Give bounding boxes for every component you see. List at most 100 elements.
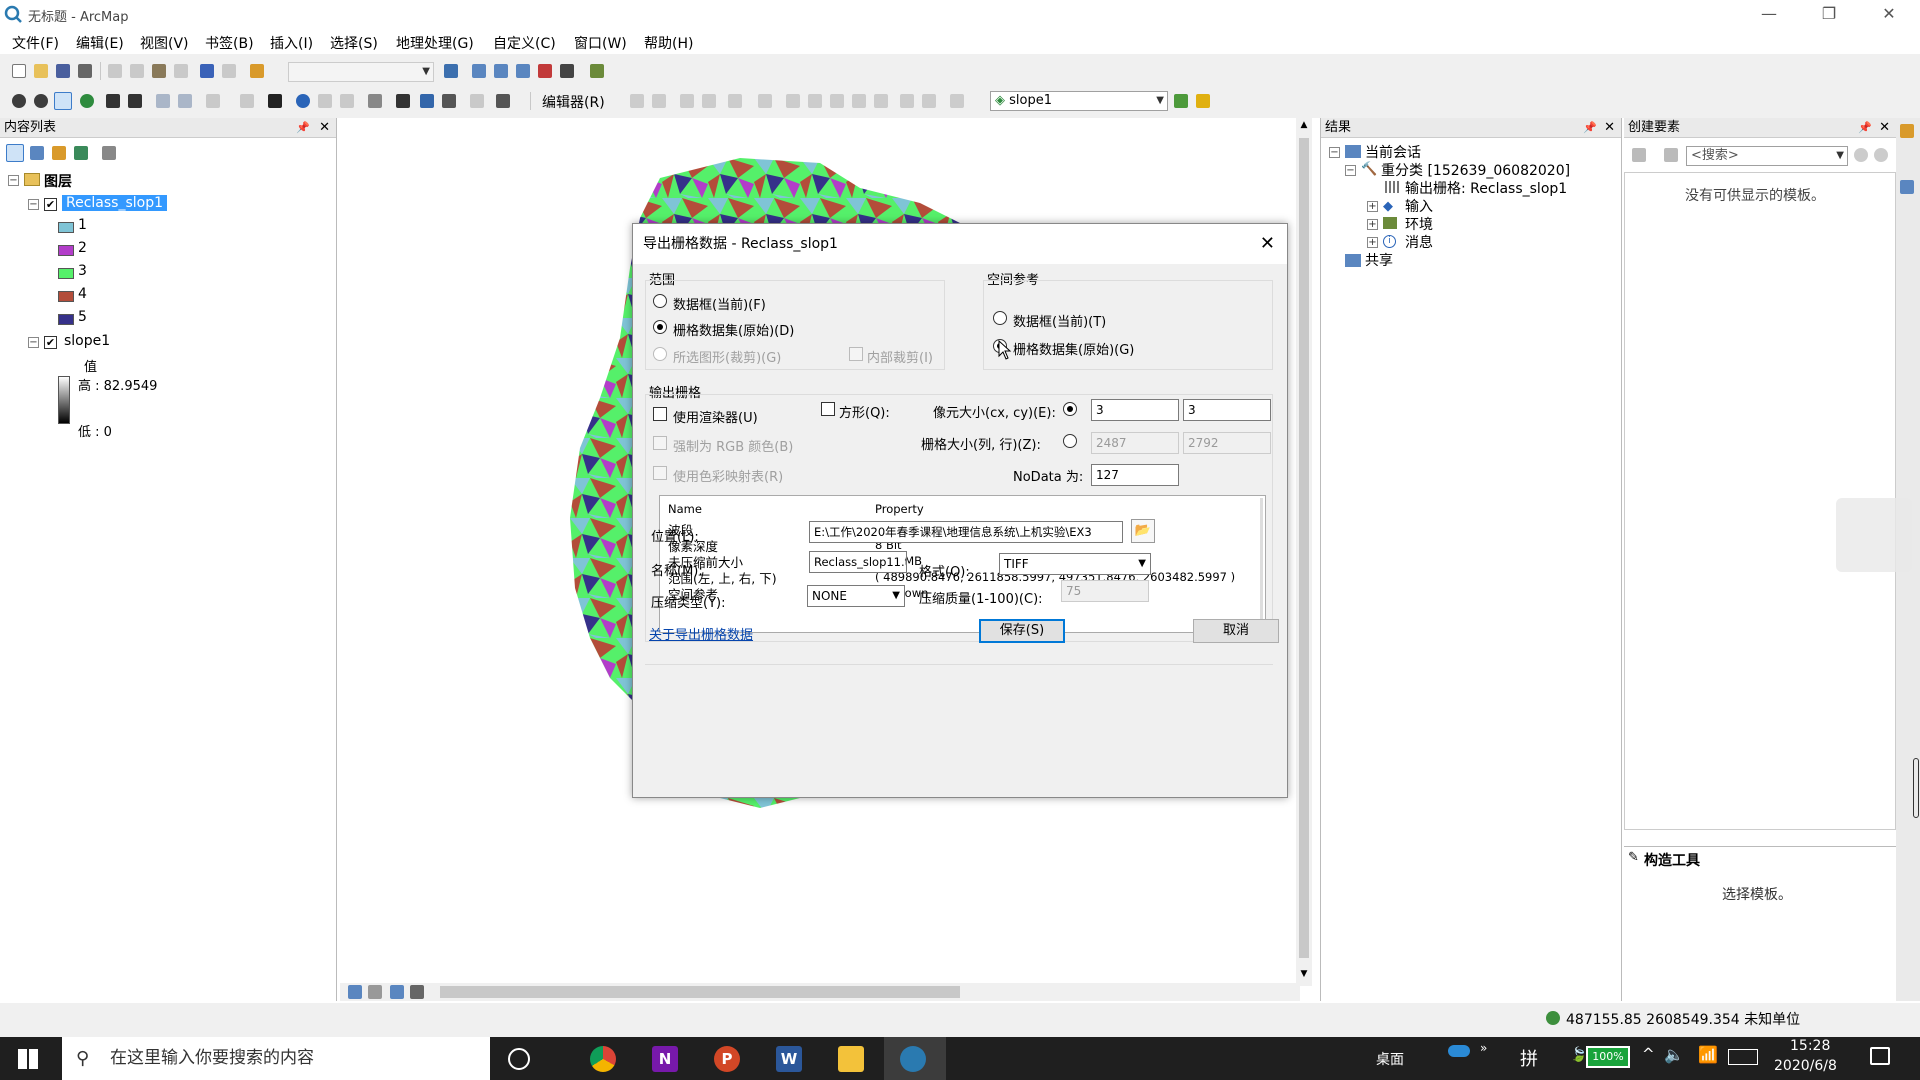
extent-raster-radio[interactable] (653, 320, 667, 334)
format-dropdown[interactable]: TIFF ▼ (999, 553, 1151, 575)
open-icon[interactable] (34, 64, 48, 78)
attributes-icon[interactable] (900, 94, 914, 108)
modelbuilder-icon[interactable] (590, 64, 604, 78)
template-clear-icon[interactable] (1874, 148, 1888, 162)
pan-icon[interactable] (54, 92, 72, 110)
delete-icon[interactable] (174, 64, 188, 78)
rotate-icon[interactable] (874, 94, 888, 108)
redo-icon[interactable] (222, 64, 236, 78)
results-pin-icon[interactable]: 📌 (1583, 118, 1597, 138)
force-rgb-label[interactable]: 强制为 RGB 颜色(B) (673, 436, 793, 455)
menu-geoprocessing[interactable]: 地理处理(G) (396, 33, 474, 53)
arctoolbox-icon[interactable] (538, 64, 552, 78)
slope-collapse-icon[interactable]: − (28, 337, 39, 348)
onedrive-icon[interactable] (1448, 1045, 1470, 1057)
input-expand-icon[interactable]: + (1367, 201, 1378, 212)
time-slider-icon[interactable] (470, 94, 484, 108)
template-search-icon[interactable] (1854, 148, 1868, 162)
cancel-button[interactable]: 取消 (1193, 619, 1279, 643)
menu-customize[interactable]: 自定义(C) (493, 33, 556, 53)
volume-icon[interactable]: 🔈 (1664, 1045, 1684, 1064)
tool-collapse-icon[interactable]: − (1345, 165, 1356, 176)
power-icon[interactable]: 🍃 (1570, 1047, 1587, 1063)
copy-icon[interactable] (130, 64, 144, 78)
toc-window-icon[interactable] (472, 64, 486, 78)
close-window-button[interactable]: ✕ (1866, 0, 1912, 28)
about-export-link[interactable]: 关于导出栅格数据 (649, 624, 753, 643)
create-pin-icon[interactable]: 📌 (1858, 118, 1872, 138)
side-scroll-handle[interactable] (1913, 758, 1919, 818)
list-by-source-icon[interactable] (30, 146, 44, 160)
endpoint-arc-icon[interactable] (702, 94, 716, 108)
quality-input[interactable]: 75 (1061, 580, 1149, 602)
print-icon[interactable] (78, 64, 92, 78)
menu-windows[interactable]: 窗口(W) (574, 33, 627, 53)
dialog-close-icon[interactable]: ✕ (1260, 224, 1275, 264)
scroll-down-icon[interactable]: ▼ (1298, 969, 1310, 981)
find-route-icon[interactable] (420, 94, 434, 108)
restore-button[interactable]: ❐ (1806, 0, 1852, 28)
forward-extent-icon[interactable] (178, 94, 192, 108)
overflow-chevron-icon[interactable]: » (1480, 1041, 1487, 1055)
reclass-visibility-checkbox[interactable]: ✔ (44, 198, 57, 211)
sr-raster-label[interactable]: 栅格数据集(原始)(G) (1013, 339, 1134, 358)
pin-icon[interactable]: 📌 (296, 118, 310, 138)
edit-annotation-icon[interactable] (652, 94, 666, 108)
colormap-checkbox[interactable] (653, 466, 667, 480)
edit-tool-icon[interactable] (630, 94, 644, 108)
select-features-icon[interactable] (206, 94, 220, 108)
refresh-icon[interactable] (390, 985, 404, 999)
session-collapse-icon[interactable]: − (1329, 147, 1340, 158)
pause-drawing-icon[interactable] (410, 985, 424, 999)
output-raster-label[interactable]: 输出栅格: Reclass_slop1 (1405, 178, 1567, 198)
sr-dataframe-radio[interactable] (993, 311, 1007, 325)
file-explorer-icon[interactable] (838, 1046, 864, 1072)
taskbar-search-box[interactable]: ⚲ 在这里输入你要搜索的内容 (62, 1037, 490, 1080)
sketch-properties-icon[interactable] (922, 94, 936, 108)
browse-folder-icon[interactable]: 📂 (1131, 519, 1155, 543)
layout-view-icon[interactable] (368, 985, 382, 999)
clock-time[interactable]: 15:28 (1790, 1038, 1830, 1054)
toc-options-icon[interactable] (102, 146, 116, 160)
fixed-zoom-in-icon[interactable] (106, 94, 120, 108)
tool-run-label[interactable]: 重分类 [152639_06082020] (1381, 160, 1570, 180)
paste-icon[interactable] (152, 64, 166, 78)
raster-rows-input[interactable]: 2792 (1183, 432, 1271, 454)
data-view-icon[interactable] (348, 985, 362, 999)
notifications-icon[interactable] (1870, 1047, 1890, 1065)
reclass-layer-name[interactable]: Reclass_slop1 (62, 195, 168, 211)
hyperlink-icon[interactable] (318, 94, 332, 108)
word-icon[interactable]: W (776, 1046, 802, 1072)
menu-insert[interactable]: 插入(I) (270, 33, 313, 53)
split-icon[interactable] (852, 94, 866, 108)
extent-raster-label[interactable]: 栅格数据集(原始)(D) (673, 320, 794, 339)
cell-size-cy-input[interactable]: 3 (1183, 399, 1271, 421)
scroll-up-icon[interactable]: ▲ (1298, 120, 1310, 132)
zoom-out-icon[interactable] (34, 94, 48, 108)
histogram-icon[interactable] (1196, 94, 1210, 108)
reshape-icon[interactable] (808, 94, 822, 108)
powerpoint-icon[interactable]: P (714, 1046, 740, 1072)
menu-help[interactable]: 帮助(H) (644, 33, 693, 53)
goto-xy-icon[interactable] (442, 94, 456, 108)
slope-visibility-checkbox[interactable]: ✔ (44, 336, 57, 349)
sr-dataframe-label[interactable]: 数据框(当前)(T) (1013, 311, 1106, 330)
force-rgb-checkbox[interactable] (653, 436, 667, 450)
add-data-icon[interactable] (250, 64, 264, 78)
create-close-icon[interactable]: ✕ (1879, 118, 1890, 138)
square-label[interactable]: 方形(Q): (839, 402, 890, 421)
extent-selected-graphics-label[interactable]: 所选图形(裁剪)(G) (673, 347, 781, 366)
menu-selection[interactable]: 选择(S) (330, 33, 378, 53)
list-by-visibility-icon[interactable] (52, 146, 66, 160)
raster-size-radio[interactable] (1063, 434, 1077, 448)
cell-size-cx-input[interactable]: 3 (1091, 399, 1179, 421)
new-icon[interactable] (12, 64, 26, 78)
create-viewer-icon[interactable] (496, 94, 510, 108)
python-window-icon[interactable] (560, 64, 574, 78)
search-tab-icon[interactable] (1900, 180, 1914, 194)
template-filter-icon[interactable] (1632, 148, 1646, 162)
cut-polygons-icon[interactable] (830, 94, 844, 108)
editor-menu[interactable]: 编辑器(R) (542, 92, 605, 112)
straight-segment-icon[interactable] (680, 94, 694, 108)
back-extent-icon[interactable] (156, 94, 170, 108)
